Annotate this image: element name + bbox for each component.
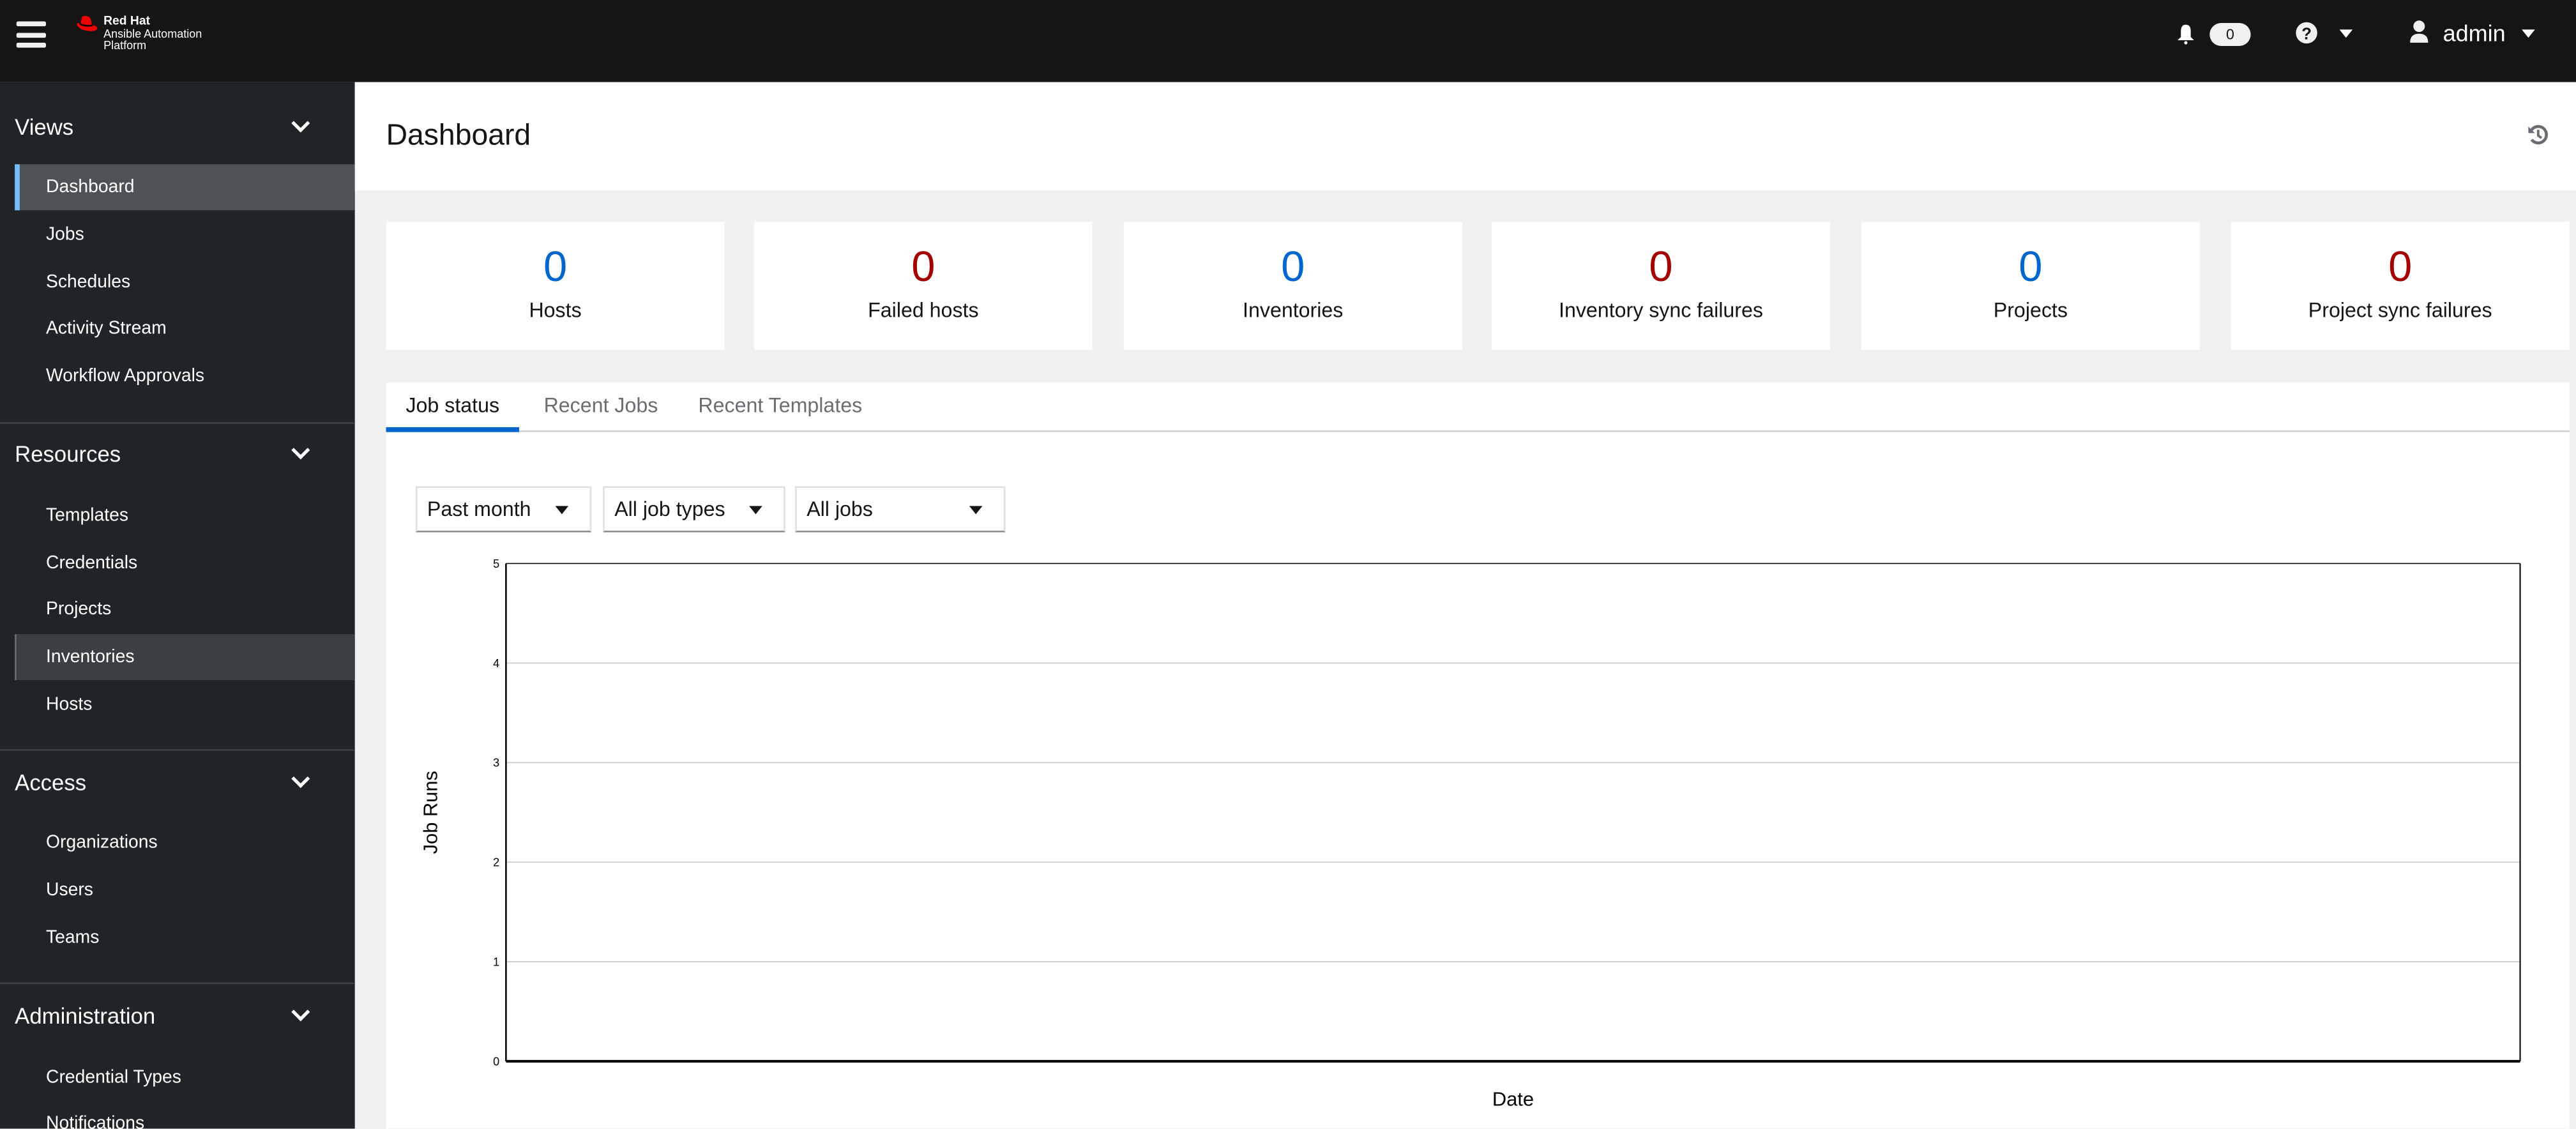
divider: [0, 749, 355, 751]
y-tick-label: 2: [493, 856, 499, 869]
sidebar-item-inventories[interactable]: Inventories: [15, 634, 355, 681]
sidebar-item-credential-types[interactable]: Credential Types: [15, 1055, 355, 1101]
job-status-panel: Job status Recent Jobs Recent Templates …: [386, 383, 2570, 1129]
sidebar-item-templates[interactable]: Templates: [15, 493, 355, 539]
sidebar-item-activity-stream[interactable]: Activity Stream: [15, 306, 355, 352]
y-tick-label: 1: [493, 955, 499, 968]
sidebar-item-credentials[interactable]: Credentials: [15, 540, 355, 586]
stat-value: 0: [1281, 241, 1305, 291]
logo[interactable]: Red Hat Ansible Automation Platform: [75, 15, 202, 53]
stat-label: Inventory sync failures: [1559, 299, 1763, 322]
user-caret-icon[interactable]: [2522, 29, 2535, 38]
stat-card-hosts[interactable]: 0 Hosts: [386, 222, 725, 350]
divider: [0, 422, 355, 424]
sidebar-item-schedules[interactable]: Schedules: [15, 259, 355, 305]
red-hat-icon: [77, 15, 98, 31]
user-menu[interactable]: admin: [2443, 20, 2506, 46]
period-select[interactable]: Past month: [415, 486, 592, 533]
stat-card-failed-hosts[interactable]: 0 Failed hosts: [754, 222, 1093, 350]
notification-badge[interactable]: 0: [2209, 23, 2251, 47]
stat-value: 0: [911, 241, 936, 291]
sidebar-item-projects[interactable]: Projects: [15, 586, 355, 632]
nav-group-access[interactable]: Access: [15, 771, 86, 796]
tab-recent-templates[interactable]: Recent Templates: [698, 383, 862, 432]
history-icon[interactable]: [2527, 123, 2550, 146]
app: Red Hat Ansible Automation Platform 0 ? ad…: [0, 0, 2576, 1129]
caret-down-icon: [749, 506, 762, 515]
jobs-select[interactable]: All jobs: [795, 486, 1006, 533]
help-icon[interactable]: ?: [2295, 21, 2318, 44]
bell-icon[interactable]: [2177, 23, 2195, 45]
chevron-down-icon[interactable]: [291, 441, 310, 460]
y-axis-label: Job Runs: [419, 771, 441, 854]
stat-card-inventory-sync-failures[interactable]: 0 Inventory sync failures: [1492, 222, 1830, 350]
masthead: Red Hat Ansible Automation Platform 0 ? ad…: [0, 0, 2576, 82]
stat-value: 0: [1649, 241, 1673, 291]
stat-label: Inventories: [1243, 299, 1344, 322]
stat-card-inventories[interactable]: 0 Inventories: [1123, 222, 1462, 350]
sidebar-item-notifications[interactable]: Notifications: [15, 1101, 355, 1128]
caret-down-icon: [555, 506, 569, 515]
y-tick-label: 5: [493, 557, 499, 570]
chevron-down-icon[interactable]: [291, 114, 310, 133]
stat-card-project-sync-failures[interactable]: 0 Project sync failures: [2231, 222, 2570, 350]
stat-card-projects[interactable]: 0 Projects: [1861, 222, 2200, 350]
sidebar-item-workflow-approvals[interactable]: Workflow Approvals: [15, 353, 355, 399]
help-caret-icon[interactable]: [2339, 29, 2353, 38]
sidebar-item-users[interactable]: Users: [15, 867, 355, 913]
tab-recent-jobs[interactable]: Recent Jobs: [544, 383, 658, 432]
job-type-select[interactable]: All job types: [603, 486, 785, 533]
y-tick-label: 4: [493, 657, 499, 670]
stat-label: Project sync failures: [2308, 299, 2492, 322]
y-tick-label: 3: [493, 757, 499, 769]
user-icon[interactable]: [2409, 20, 2430, 45]
stat-label: Failed hosts: [868, 299, 979, 322]
chevron-down-icon[interactable]: [291, 1003, 310, 1022]
chevron-down-icon[interactable]: [291, 769, 310, 789]
tab-job-status[interactable]: Job status: [386, 383, 519, 432]
sidebar-item-jobs[interactable]: Jobs: [15, 212, 355, 258]
sidebar-item-hosts[interactable]: Hosts: [15, 682, 355, 728]
sidebar-item-organizations[interactable]: Organizations: [15, 820, 355, 866]
job-status-chart: 0 1 2 3 4 5 Date Job Runs: [419, 557, 2521, 1110]
divider: [0, 982, 355, 985]
stat-value: 0: [543, 241, 568, 291]
stat-value: 0: [2388, 241, 2413, 291]
hamburger-menu-icon[interactable]: [16, 21, 47, 48]
sidebar-item-teams[interactable]: Teams: [15, 915, 355, 961]
nav-group-views[interactable]: Views: [15, 115, 73, 140]
y-tick-label: 0: [493, 1055, 499, 1068]
stat-value: 0: [2019, 241, 2043, 291]
caret-down-icon: [969, 506, 983, 515]
nav-group-resources[interactable]: Resources: [15, 442, 121, 467]
svg-text:?: ?: [2301, 26, 2312, 43]
sidebar: Views Dashboard Jobs Schedules Activity Stre…: [0, 82, 355, 1128]
stat-label: Hosts: [529, 299, 582, 322]
page-title: Dashboard: [386, 118, 531, 151]
stat-label: Projects: [1993, 299, 2068, 322]
nav-group-administration[interactable]: Administration: [15, 1004, 155, 1029]
tab-list: Job status Recent Jobs Recent Templates: [386, 383, 2570, 432]
page-header: Dashboard: [354, 82, 2576, 191]
x-axis-label: Date: [1492, 1087, 1534, 1110]
sidebar-item-dashboard[interactable]: Dashboard: [15, 164, 355, 211]
